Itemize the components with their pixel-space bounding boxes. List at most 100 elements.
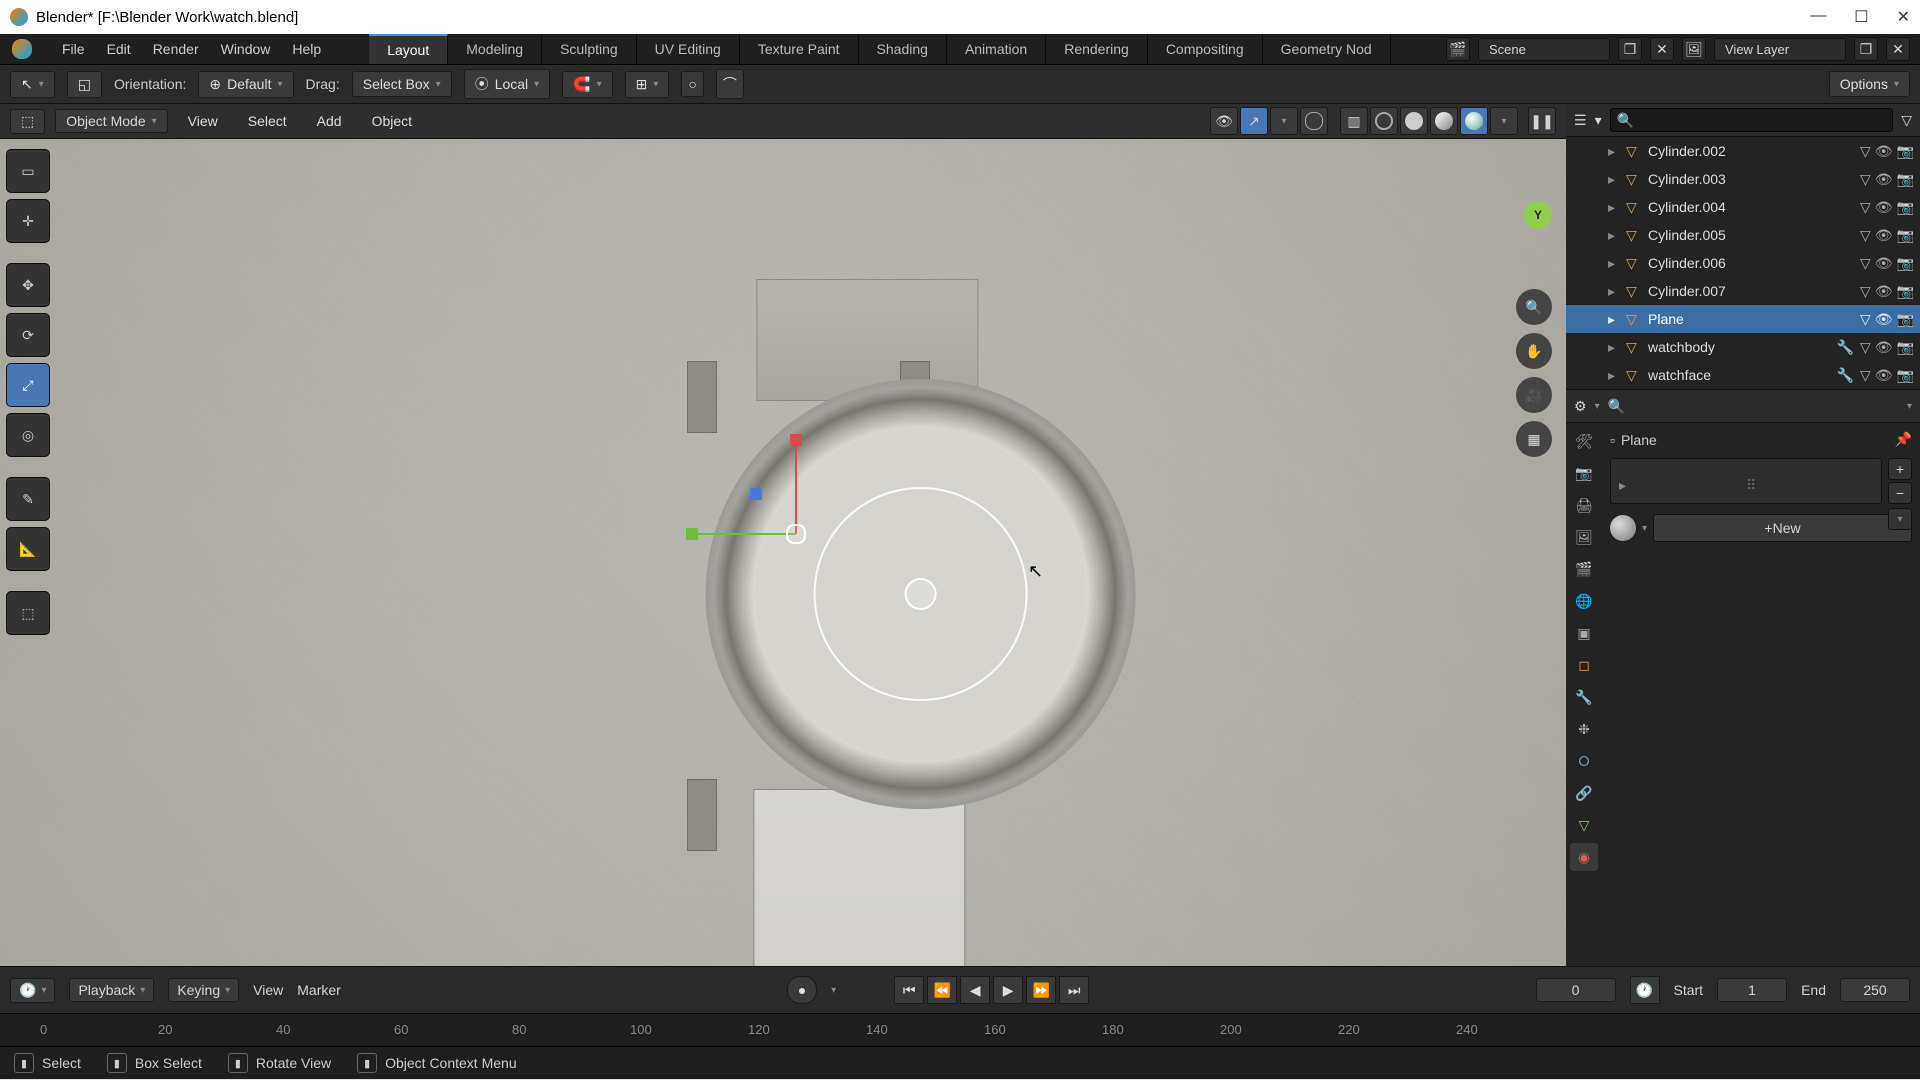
shading-solid[interactable]: [1400, 107, 1428, 135]
material-browse-icon[interactable]: [1610, 515, 1636, 541]
tool-cursor[interactable]: ✛: [6, 199, 50, 243]
outliner-row[interactable]: ▸▽watchface🔧▽👁📷: [1566, 361, 1920, 389]
zoom-icon[interactable]: 🔍: [1516, 289, 1552, 325]
shading-dropdown[interactable]: ▾: [1490, 107, 1518, 135]
scene-name-field[interactable]: Scene: [1478, 38, 1610, 61]
shading-material[interactable]: [1430, 107, 1458, 135]
editor-type-dropdown[interactable]: ⬚: [10, 109, 45, 134]
tool-measure[interactable]: 📐: [6, 527, 50, 571]
tool-transform[interactable]: ◎: [6, 413, 50, 457]
outliner-row[interactable]: ▸▽Plane▽👁📷: [1566, 305, 1920, 333]
tool-rotate[interactable]: ⟳: [6, 313, 50, 357]
tab-constraints-icon[interactable]: 🔗: [1570, 779, 1598, 807]
properties-editor-icon[interactable]: ⚙: [1574, 398, 1587, 415]
shading-wireframe[interactable]: [1370, 107, 1398, 135]
menu-window[interactable]: Window: [221, 41, 271, 57]
tool-move[interactable]: ✥: [6, 263, 50, 307]
tool-drag-icon[interactable]: ◱: [67, 71, 102, 98]
tab-material-icon[interactable]: ◉: [1570, 843, 1598, 871]
viewlayer-new-icon[interactable]: ❐: [1854, 37, 1878, 61]
menu-render[interactable]: Render: [153, 41, 199, 57]
keyframe-next-icon[interactable]: ⏩: [1026, 976, 1056, 1004]
tab-output-icon[interactable]: 🖨: [1570, 491, 1598, 519]
tab-world-icon[interactable]: 🌐: [1570, 587, 1598, 615]
material-slot-remove-icon[interactable]: −: [1888, 482, 1912, 504]
end-frame-field[interactable]: 250: [1840, 978, 1910, 1002]
timeline-ruler[interactable]: 020406080100120140160180200220240: [0, 1013, 1920, 1046]
outliner-filter-icon[interactable]: ▽: [1901, 112, 1912, 129]
jump-end-icon[interactable]: ⏭: [1059, 976, 1089, 1004]
pan-icon[interactable]: ✋: [1516, 333, 1552, 369]
add-menu[interactable]: Add: [307, 110, 352, 132]
material-slot-add-icon[interactable]: +: [1888, 458, 1912, 480]
viewlayer-delete-icon[interactable]: ✕: [1886, 37, 1910, 61]
axis-y-icon[interactable]: Y: [1524, 201, 1552, 229]
properties-options-icon[interactable]: ▾: [1907, 401, 1912, 412]
tab-scene-icon[interactable]: 🎬: [1570, 555, 1598, 583]
camera-view-icon[interactable]: 🎥: [1516, 377, 1552, 413]
timeline-editor-icon[interactable]: 🕐 ▾: [10, 978, 55, 1003]
tab-modeling[interactable]: Modeling: [448, 34, 542, 64]
tab-particles-icon[interactable]: ❉: [1570, 715, 1598, 743]
outliner-row[interactable]: ▸▽Cylinder.004▽👁📷: [1566, 193, 1920, 221]
outliner-row[interactable]: ▸▽watchbody🔧▽👁📷: [1566, 333, 1920, 361]
snap-options[interactable]: ⊞ ▾: [625, 71, 670, 98]
minimize-icon[interactable]: —: [1810, 7, 1826, 27]
menu-help[interactable]: Help: [292, 41, 321, 57]
tool-add-cube[interactable]: ⬚: [6, 591, 50, 635]
tab-animation[interactable]: Animation: [947, 34, 1046, 64]
tab-physics-icon[interactable]: ⭘: [1570, 747, 1598, 775]
drag-dropdown[interactable]: Select Box ▾: [352, 71, 452, 97]
material-new-button[interactable]: + New: [1653, 514, 1912, 542]
tab-object-icon[interactable]: ◻: [1570, 651, 1598, 679]
tab-layout[interactable]: Layout: [369, 34, 448, 64]
tab-sculpting[interactable]: Sculpting: [542, 34, 637, 64]
snap-toggle[interactable]: 🧲 ▾: [562, 71, 612, 98]
tab-compositing[interactable]: Compositing: [1148, 34, 1263, 64]
keying-menu[interactable]: Keying ▾: [168, 978, 239, 1002]
timeline-marker-menu[interactable]: Marker: [297, 982, 341, 998]
selectability-toggle[interactable]: 👁: [1210, 107, 1238, 135]
3d-viewport[interactable]: ▭ ✛ ✥ ⟳ ⤢ ◎ ✎ 📐 ⬚: [0, 139, 1566, 966]
scene-delete-icon[interactable]: ✕: [1650, 37, 1674, 61]
tool-annotate[interactable]: ✎: [6, 477, 50, 521]
viewlayer-browse-icon[interactable]: 🖼: [1682, 37, 1706, 61]
shading-rendered[interactable]: [1460, 107, 1488, 135]
pin-icon[interactable]: 📌: [1895, 431, 1912, 448]
view-menu[interactable]: View: [178, 110, 228, 132]
gizmo-toggle[interactable]: ↗: [1240, 107, 1268, 135]
menu-file[interactable]: File: [62, 41, 85, 57]
tab-modifiers-icon[interactable]: 🔧: [1570, 683, 1598, 711]
outliner-search[interactable]: 🔍: [1610, 108, 1894, 132]
tool-scale[interactable]: ⤢: [6, 363, 50, 407]
tab-shading[interactable]: Shading: [859, 34, 947, 64]
tab-texture-paint[interactable]: Texture Paint: [740, 34, 859, 64]
play-icon[interactable]: ▶: [993, 976, 1023, 1004]
proportional-edit-toggle[interactable]: ○: [681, 71, 703, 97]
material-slot-menu-icon[interactable]: ▾: [1888, 508, 1912, 530]
scene-browse-icon[interactable]: 🎬: [1446, 37, 1470, 61]
gizmo-dropdown[interactable]: ▾: [1270, 107, 1298, 135]
close-icon[interactable]: ✕: [1897, 7, 1910, 27]
object-menu[interactable]: Object: [362, 110, 422, 132]
properties-search[interactable]: 🔍: [1608, 398, 1728, 415]
pivot-dropdown[interactable]: ⦿ Local ▾: [464, 69, 551, 99]
blender-logo-icon[interactable]: [12, 39, 32, 59]
mode-dropdown[interactable]: Object Mode ▾: [55, 109, 167, 133]
outliner-row[interactable]: ▸▽Cylinder.005▽👁📷: [1566, 221, 1920, 249]
start-frame-field[interactable]: 1: [1717, 978, 1787, 1002]
menu-edit[interactable]: Edit: [107, 41, 131, 57]
proportional-falloff[interactable]: ⌒: [716, 69, 744, 99]
tool-select-box[interactable]: ▭: [6, 149, 50, 193]
tab-geometry-nodes[interactable]: Geometry Nod: [1263, 34, 1391, 64]
render-pause-icon[interactable]: ❚❚: [1528, 107, 1556, 135]
play-reverse-icon[interactable]: ◀: [960, 976, 990, 1004]
maximize-icon[interactable]: ☐: [1854, 7, 1868, 27]
tab-data-icon[interactable]: ▽: [1570, 811, 1598, 839]
tool-cursor-dropdown[interactable]: ↖ ▾: [10, 71, 55, 98]
clock-icon[interactable]: 🕐: [1630, 976, 1660, 1004]
tab-uv-editing[interactable]: UV Editing: [637, 34, 740, 64]
viewlayer-name-field[interactable]: View Layer: [1714, 38, 1846, 61]
autokey-toggle[interactable]: ●: [787, 976, 817, 1004]
tab-tool-icon[interactable]: 🛠: [1570, 427, 1598, 455]
